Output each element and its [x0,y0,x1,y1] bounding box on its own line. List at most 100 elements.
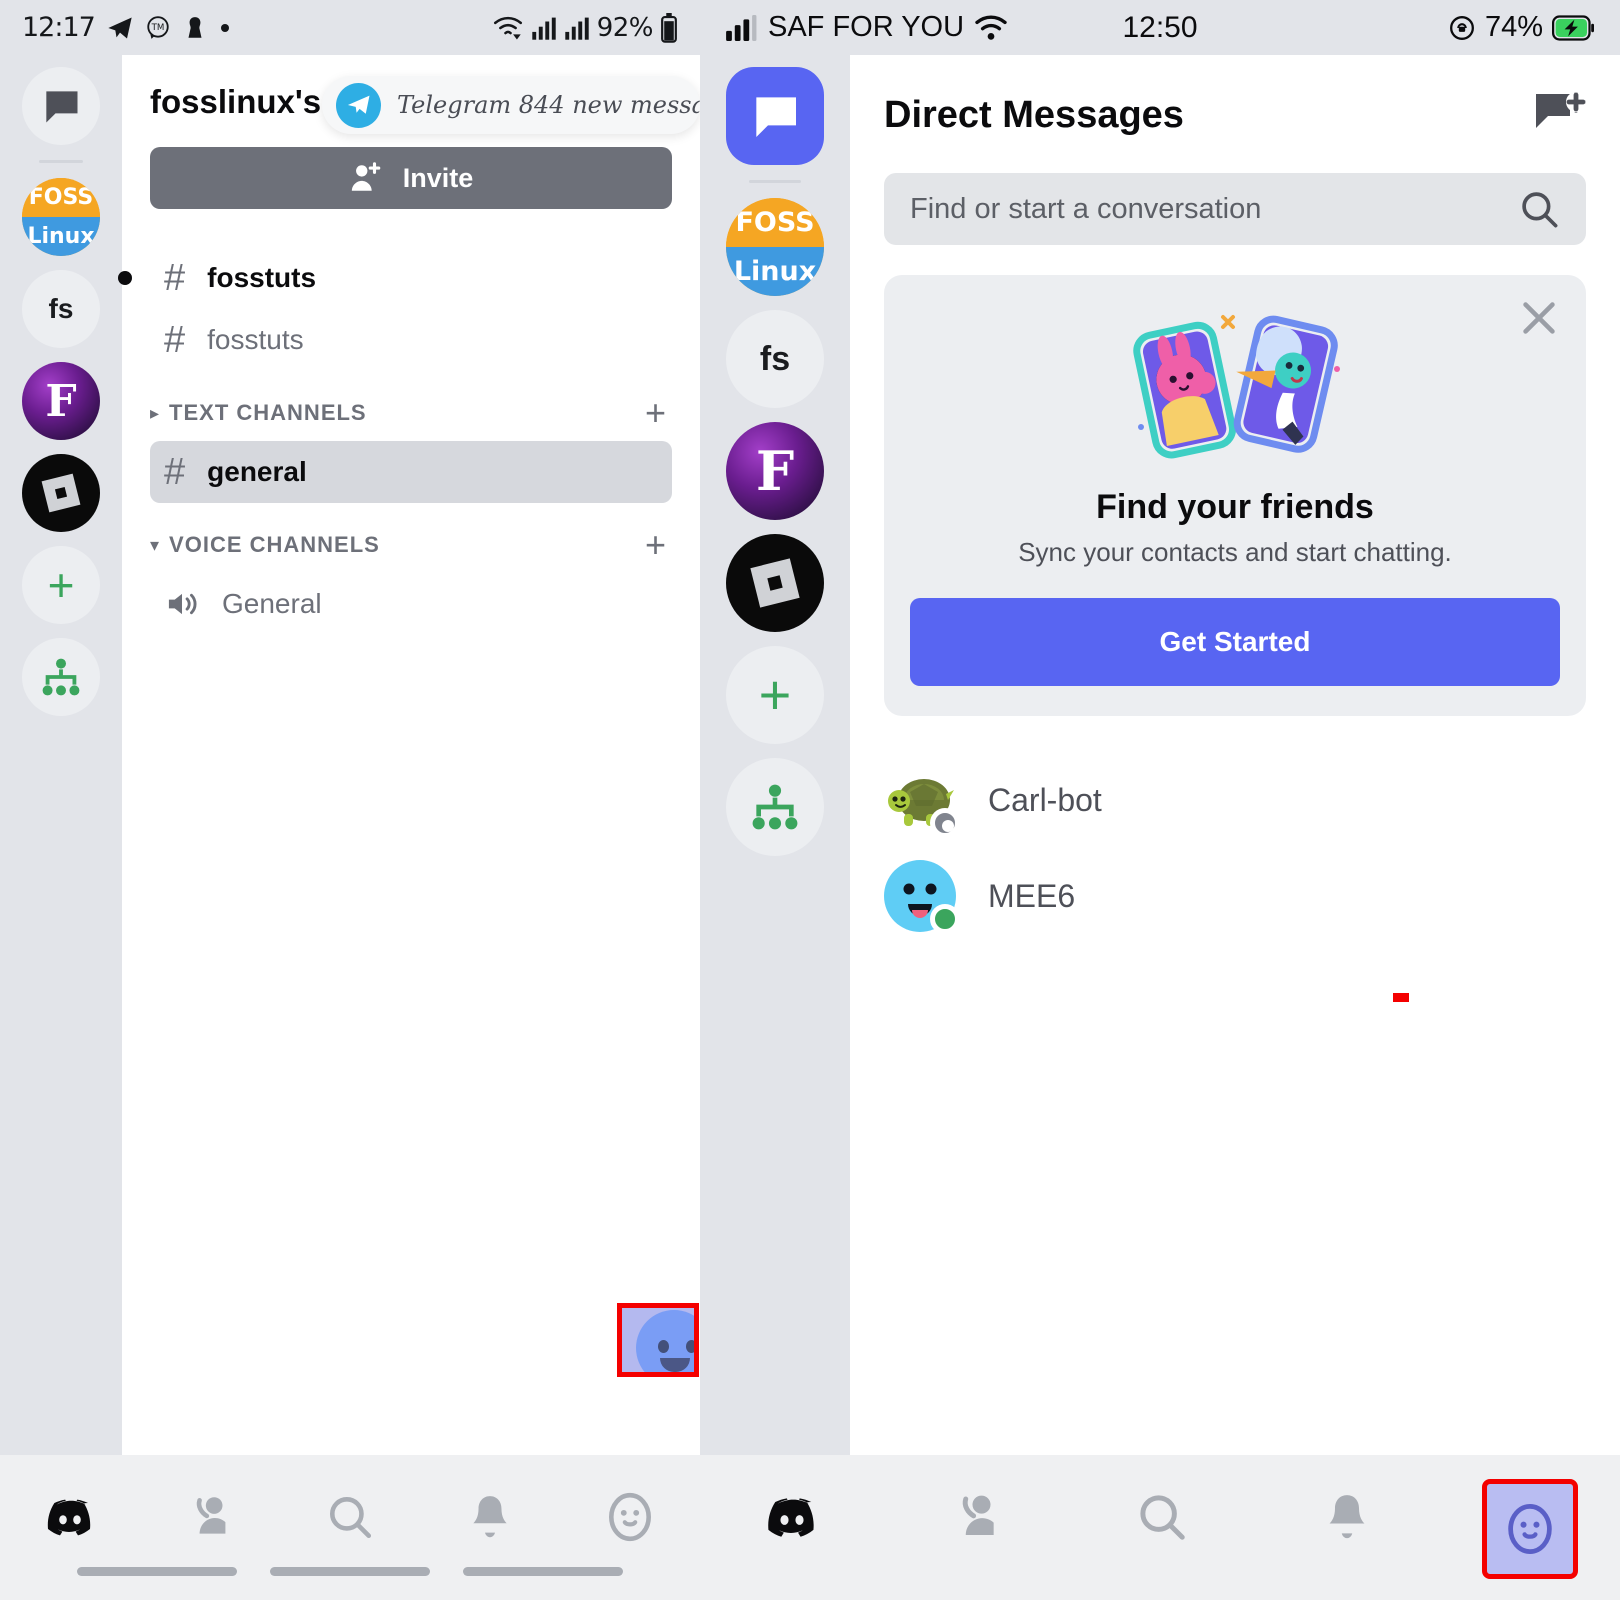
add-server-button[interactable]: + [22,546,100,624]
nav-home[interactable] [742,1479,842,1555]
dm-header: Direct Messages [884,85,1586,145]
nav-friends[interactable] [160,1479,260,1555]
explore-network-icon [752,784,798,830]
channel-list-panel: fosslinux's se Invite # fosstuts # fosst… [118,55,700,1455]
sidebar-item-foss-linux[interactable]: FOSS Linux [22,178,100,256]
bottom-nav-right[interactable] [700,1455,1620,1600]
battery-icon [661,12,677,43]
hash-icon: # [164,451,186,493]
rotation-lock-icon [1450,15,1474,40]
sidebar-item-foss-linux[interactable]: FOSS Linux [726,198,824,296]
status-time: 12:50 [1122,10,1198,44]
voice-channel-label: General [222,588,322,619]
plus-icon: + [758,663,792,726]
category-voice-channels[interactable]: ▾ VOICE CHANNELS + [150,517,672,573]
voice-channel-item-general[interactable]: General [150,573,672,635]
server-rail-left[interactable]: FOSS Linux fs F + [0,55,122,1600]
foss-label-bottom: Linux [726,247,824,296]
card-title: Find your friends [1096,488,1374,526]
f-server-label: F [45,375,77,427]
home-indicator [76,1567,237,1576]
nav-search[interactable] [300,1479,400,1555]
signal-bars-icon [532,17,556,40]
nav-profile[interactable] [580,1479,680,1555]
nav-profile[interactable] [1481,1479,1578,1579]
channel-item-fosstuts[interactable]: # fosstuts [150,309,672,371]
search-input[interactable]: Find or start a conversation [884,173,1586,245]
channel-item-general[interactable]: # general [150,441,672,503]
carrier-name: SAF FOR YOU [768,11,965,43]
sidebar-item-roblox[interactable] [726,534,824,632]
nav-notifications[interactable] [440,1479,540,1555]
app-icon [188,16,202,38]
category-label: VOICE CHANNELS [169,532,380,557]
f-server-label: F [755,439,795,503]
nav-search[interactable] [1112,1479,1212,1555]
server-rail-right[interactable]: FOSS Linux fs F + [700,55,850,1455]
dm-username: Carl-bot [988,781,1102,818]
home-indicator [269,1567,430,1576]
channel-label: fosstuts [207,324,304,355]
telegram-notification-banner[interactable]: Telegram 844 new messages fr [322,76,700,134]
sidebar-item-fs[interactable]: fs [22,270,100,348]
nav-friends[interactable] [927,1479,1027,1555]
roblox-logo-icon [41,473,81,513]
unread-indicator [118,271,132,285]
plus-icon: + [47,559,75,611]
signal-bars-icon-2 [565,17,589,40]
hash-icon: # [164,257,186,299]
tm-badge-icon: TM [147,15,169,39]
rail-divider [749,180,801,183]
battery-charging-icon [1552,14,1595,41]
left-phone-screen: 12:17 TM 92% FOSS Linux fs F + fosslinux… [0,0,700,1600]
direct-messages-panel: Direct Messages Find or start a conversa… [850,55,1620,1455]
list-item[interactable]: Carl-bot [884,752,1586,848]
get-started-button[interactable]: Get Started [910,598,1560,686]
sidebar-item-direct-messages[interactable] [726,67,824,165]
friends-icon [962,1495,994,1535]
close-icon[interactable] [1516,295,1562,341]
eye-right [686,1340,694,1353]
battery-percent: 74% [1484,11,1544,43]
add-text-channel-button[interactable]: + [645,395,666,431]
wifi-icon [975,14,1007,40]
sidebar-item-f-server[interactable]: F [22,362,100,440]
foss-label-top: FOSS [726,198,824,247]
search-icon [1522,192,1558,228]
sidebar-item-direct-messages[interactable] [22,67,100,145]
right-phone-screen: SAF FOR YOU 12:50 74% FOSS Linux fs F + … [700,0,1620,1600]
battery-percent: 92% [596,12,654,43]
roblox-logo-icon [750,558,800,608]
nav-home[interactable] [20,1479,120,1555]
channel-item-fosstuts-unread[interactable]: # fosstuts [118,247,672,309]
explore-servers-button[interactable] [726,758,824,856]
foss-label-top: FOSS [22,178,100,217]
channel-label: fosstuts [207,262,317,293]
profile-face-icon [636,1310,694,1372]
friends-illustration [910,309,1560,464]
bottom-nav-left[interactable] [0,1455,700,1600]
profile-face-icon [609,1492,651,1542]
find-friends-card: Find your friends Sync your contacts and… [884,275,1586,716]
category-label: TEXT CHANNELS [169,400,367,425]
home-indicators [0,1567,700,1576]
discord-logo-icon [768,1498,815,1537]
invite-button[interactable]: Invite [150,147,672,209]
notification-text: Telegram 844 new messages fr [397,91,700,119]
list-item[interactable]: MEE6 [884,848,1586,944]
mouth [660,1358,690,1372]
new-message-icon[interactable] [1534,92,1586,138]
nav-notifications[interactable] [1297,1479,1397,1555]
get-started-label: Get Started [1159,626,1311,657]
category-text-channels[interactable]: ▸ TEXT CHANNELS + [150,385,672,441]
profile-face-icon [1507,1504,1552,1554]
telegram-icon [108,17,132,38]
sidebar-item-fs[interactable]: fs [726,310,824,408]
dm-conversation-list: Carl-bot MEE6 [884,752,1586,944]
sidebar-item-roblox[interactable] [22,454,100,532]
sidebar-item-f-server[interactable]: F [726,422,824,520]
add-voice-channel-button[interactable]: + [645,527,666,563]
add-server-button[interactable]: + [726,646,824,744]
explore-servers-button[interactable] [22,638,100,716]
bell-icon [473,1496,507,1538]
